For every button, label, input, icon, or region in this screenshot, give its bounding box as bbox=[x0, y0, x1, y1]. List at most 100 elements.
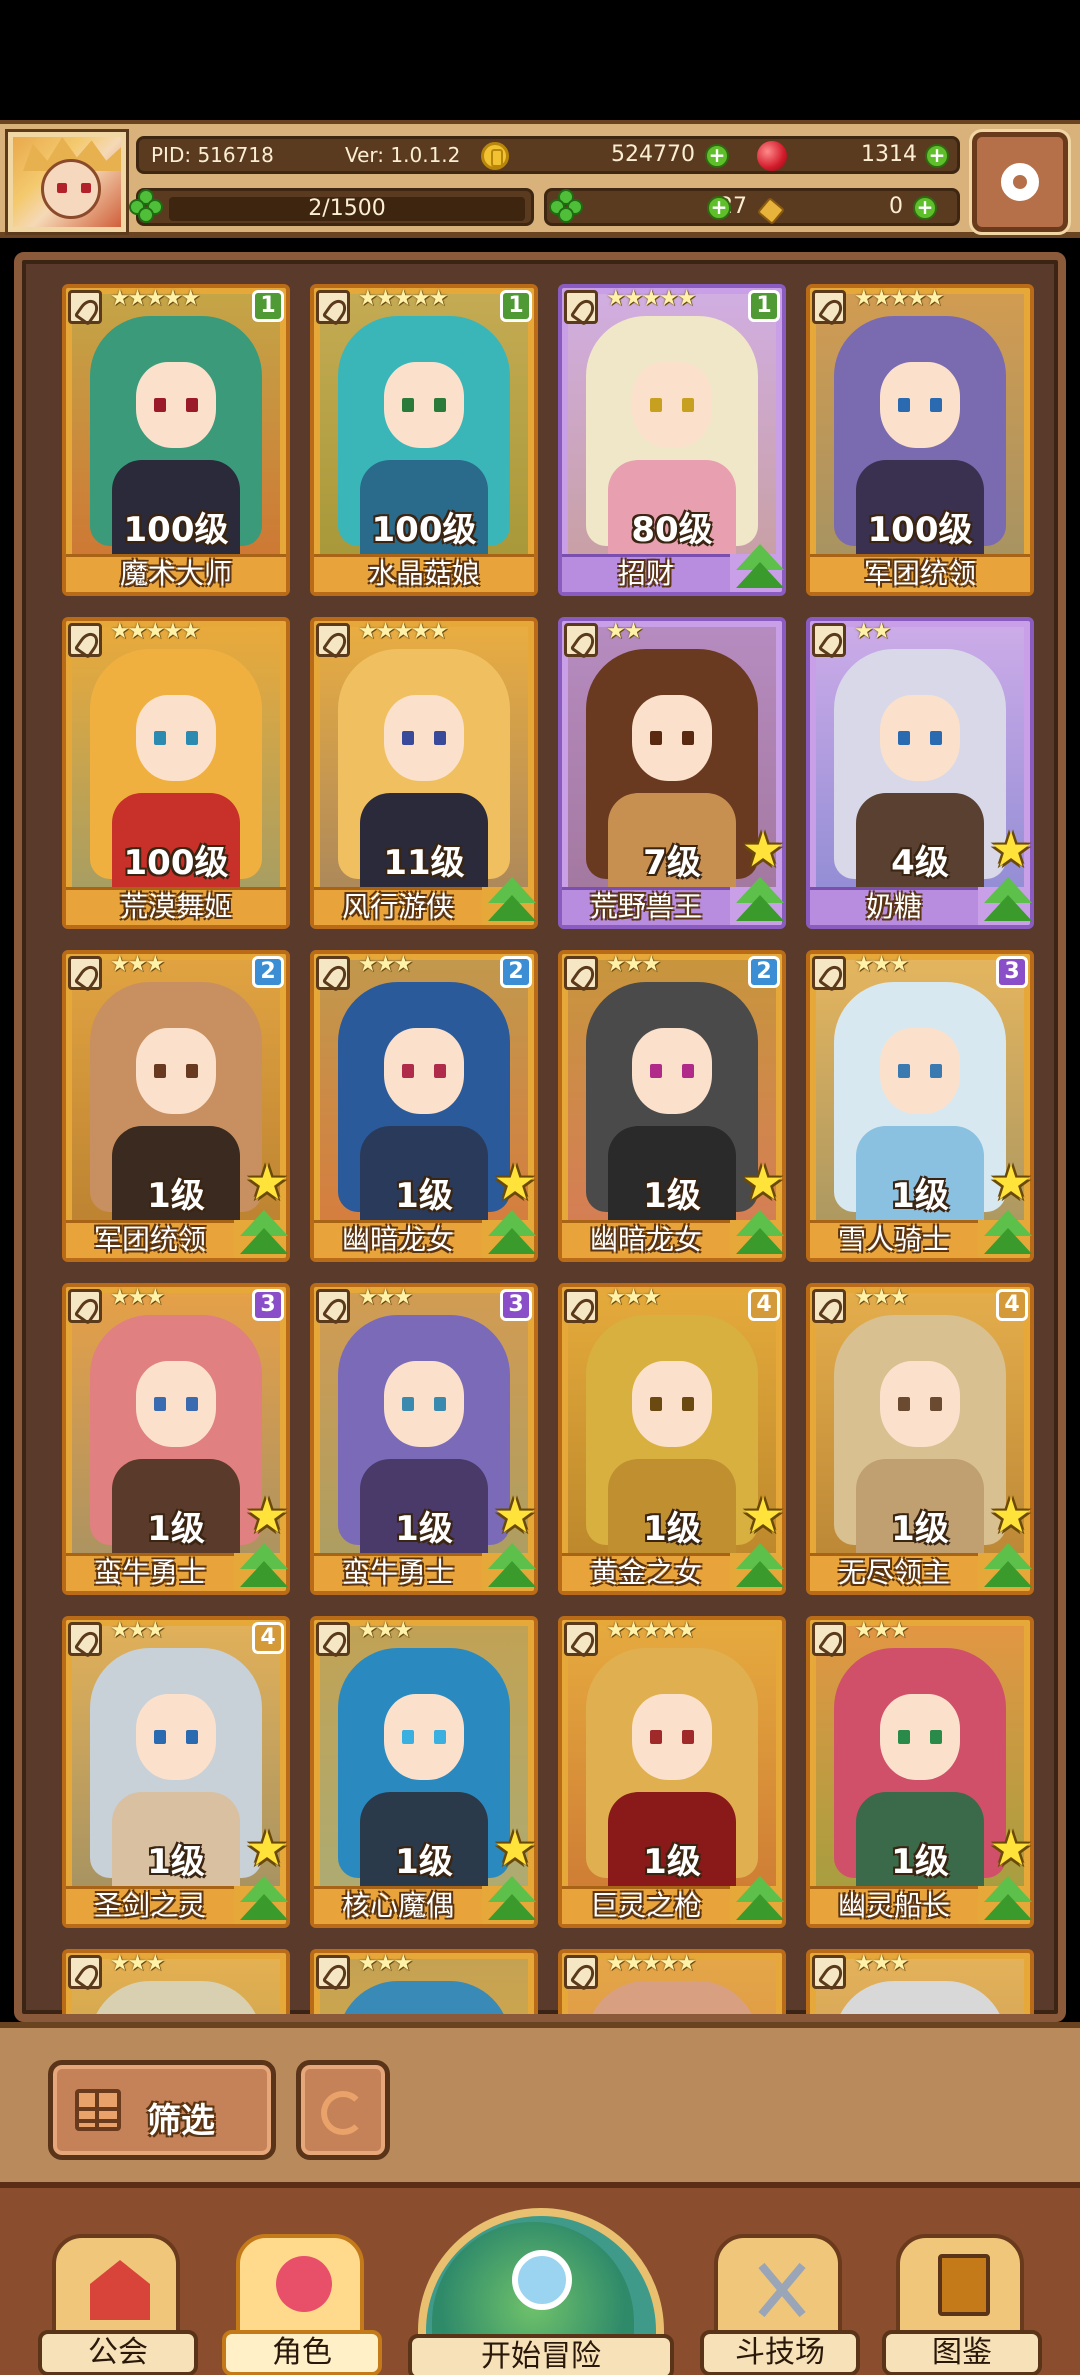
character-level: 100级 bbox=[123, 843, 229, 883]
bottom-nav: 公会 角色 开始冒险 斗技场 图鉴 bbox=[0, 2182, 1080, 2375]
level-up-arrow-icon bbox=[732, 877, 788, 929]
guild-icon bbox=[90, 2260, 150, 2320]
character-card[interactable]: ★★★ 2 1级 军团统领 ★ bbox=[62, 950, 290, 1262]
character-card[interactable]: ★★★ 2 1级 幽暗龙女 ★ bbox=[310, 950, 538, 1262]
character-card[interactable]: ★★★ 4 1级 圣剑之灵 ★ bbox=[62, 1616, 290, 1928]
character-portrait bbox=[72, 1959, 280, 2014]
start-adventure-button[interactable]: 开始冒险 bbox=[408, 2208, 674, 2375]
character-card[interactable]: ★★★ 3 1级 雪人骑士 ★ bbox=[806, 950, 1034, 1262]
level-up-arrow-icon bbox=[236, 1210, 292, 1262]
rank-badge: 1 bbox=[500, 290, 532, 322]
portrait-part bbox=[650, 1064, 662, 1078]
class-icon bbox=[812, 956, 846, 990]
rank-badge: 2 bbox=[748, 956, 780, 988]
settings-button[interactable] bbox=[969, 129, 1071, 235]
character-card[interactable]: ★★★★★ 1级 巨灵之枪 bbox=[558, 1616, 786, 1928]
character-portrait bbox=[320, 1959, 528, 2014]
level-up-arrow-icon bbox=[980, 1210, 1036, 1262]
avatar-eye bbox=[57, 183, 67, 193]
level-up-arrow-icon bbox=[236, 1543, 292, 1595]
add-clover-button[interactable]: + bbox=[707, 196, 731, 220]
gold-amount: 524770 bbox=[611, 142, 695, 167]
portrait-part bbox=[384, 362, 464, 448]
star-rating: ★★★ bbox=[358, 1285, 413, 1310]
add-gold-button[interactable]: + bbox=[705, 144, 729, 168]
portrait-part bbox=[434, 731, 446, 745]
nav-codex[interactable]: 图鉴 bbox=[882, 2234, 1042, 2375]
character-card[interactable]: ★★★★★ 1 100级 魔术大师 bbox=[62, 284, 290, 596]
character-card[interactable]: ★★★ 3 1级 蛮牛勇士 ★ bbox=[310, 1283, 538, 1595]
class-icon bbox=[316, 290, 350, 324]
character-card[interactable]: ★★★ 2 1级 幽暗龙女 ★ bbox=[558, 950, 786, 1262]
star-rating: ★★★★★ bbox=[854, 286, 945, 311]
class-icon bbox=[316, 1289, 350, 1323]
star-rating: ★★ bbox=[606, 619, 643, 644]
portrait-part bbox=[136, 1694, 216, 1780]
filter-button[interactable]: 筛选 bbox=[48, 2060, 276, 2160]
level-up-arrow-icon bbox=[236, 1876, 292, 1928]
character-name: 军团统领 bbox=[66, 1220, 234, 1258]
nav-arena-frame bbox=[714, 2234, 842, 2344]
portrait-part bbox=[650, 1397, 662, 1411]
character-card[interactable]: ★★★★★ 1 100级 水晶菇娘 bbox=[310, 284, 538, 596]
nav-role-label: 角色 bbox=[222, 2330, 382, 2375]
character-card[interactable]: ★★★ 4 1级 黄金之女 ★ bbox=[558, 1283, 786, 1595]
star-rating: ★★★★★ bbox=[110, 619, 201, 644]
character-name: 巨灵之枪 bbox=[562, 1886, 730, 1924]
character-name: 奶糖 bbox=[810, 887, 978, 925]
character-card[interactable]: ★★★★★ 1 80级 招财 bbox=[558, 284, 786, 596]
character-card[interactable]: ★★★ 4 1级 无尽领主 ★ bbox=[806, 1283, 1034, 1595]
portrait-part bbox=[898, 1064, 910, 1078]
potion-amount: 0 bbox=[889, 194, 903, 219]
add-potion-button[interactable]: + bbox=[913, 196, 937, 220]
character-card[interactable]: ★★★ 3 1级 蛮牛勇士 ★ bbox=[62, 1283, 290, 1595]
star-upgrade-icon: ★ bbox=[989, 1821, 1033, 1877]
character-card[interactable]: ★★★ bbox=[806, 1949, 1034, 2014]
portrait-part bbox=[136, 695, 216, 781]
nav-guild[interactable]: 公会 bbox=[38, 2234, 198, 2375]
portrait-part bbox=[384, 695, 464, 781]
star-upgrade-icon: ★ bbox=[989, 822, 1033, 878]
portrait-part bbox=[186, 398, 198, 412]
player-avatar[interactable] bbox=[5, 129, 129, 235]
portrait-part bbox=[186, 1397, 198, 1411]
nav-role-frame bbox=[236, 2234, 364, 2344]
character-level: 100级 bbox=[123, 510, 229, 550]
portrait-part bbox=[632, 362, 712, 448]
class-icon bbox=[812, 290, 846, 324]
character-card[interactable]: ★★ 7级 荒野兽王 ★ bbox=[558, 617, 786, 929]
portrait-part bbox=[632, 1361, 712, 1447]
add-ruby-button[interactable]: + bbox=[925, 144, 949, 168]
nav-role[interactable]: 角色 bbox=[222, 2234, 382, 2375]
character-card[interactable]: ★★★ bbox=[62, 1949, 290, 2014]
character-card[interactable]: ★★★ 1级 核心魔偶 ★ bbox=[310, 1616, 538, 1928]
currency-bar: 27 + 0 + bbox=[544, 188, 960, 226]
star-upgrade-icon: ★ bbox=[741, 1488, 785, 1544]
portrait-part bbox=[632, 1694, 712, 1780]
character-card[interactable]: ★★ 4级 奶糖 ★ bbox=[806, 617, 1034, 929]
portrait-part bbox=[154, 1730, 166, 1744]
level-up-arrow-icon bbox=[732, 1543, 788, 1595]
nav-guild-frame bbox=[52, 2234, 180, 2344]
rank-badge: 1 bbox=[748, 290, 780, 322]
avatar-face bbox=[41, 159, 101, 219]
character-card[interactable]: ★★★ bbox=[310, 1949, 538, 2014]
character-card[interactable]: ★★★★★ 100级 荒漠舞姬 bbox=[62, 617, 290, 929]
star-rating: ★★★ bbox=[358, 952, 413, 977]
portrait-part bbox=[90, 1981, 262, 2014]
character-card[interactable]: ★★★★★ 11级 风行游侠 bbox=[310, 617, 538, 929]
refresh-button[interactable] bbox=[296, 2060, 390, 2160]
star-rating: ★★★ bbox=[606, 1285, 661, 1310]
nav-arena[interactable]: 斗技场 bbox=[700, 2234, 860, 2375]
star-rating: ★★★★★ bbox=[606, 1951, 697, 1976]
character-card[interactable]: ★★★★★ 100级 军团统领 bbox=[806, 284, 1034, 596]
character-name: 魔术大师 bbox=[66, 554, 286, 592]
rank-badge: 3 bbox=[500, 1289, 532, 1321]
character-card[interactable]: ★★★★★ bbox=[558, 1949, 786, 2014]
class-icon bbox=[564, 290, 598, 324]
level-up-arrow-icon bbox=[980, 1876, 1036, 1928]
portrait-part bbox=[880, 1028, 960, 1114]
star-rating: ★★★ bbox=[854, 1285, 909, 1310]
character-card[interactable]: ★★★ 1级 幽灵船长 ★ bbox=[806, 1616, 1034, 1928]
star-upgrade-icon: ★ bbox=[245, 1155, 289, 1211]
